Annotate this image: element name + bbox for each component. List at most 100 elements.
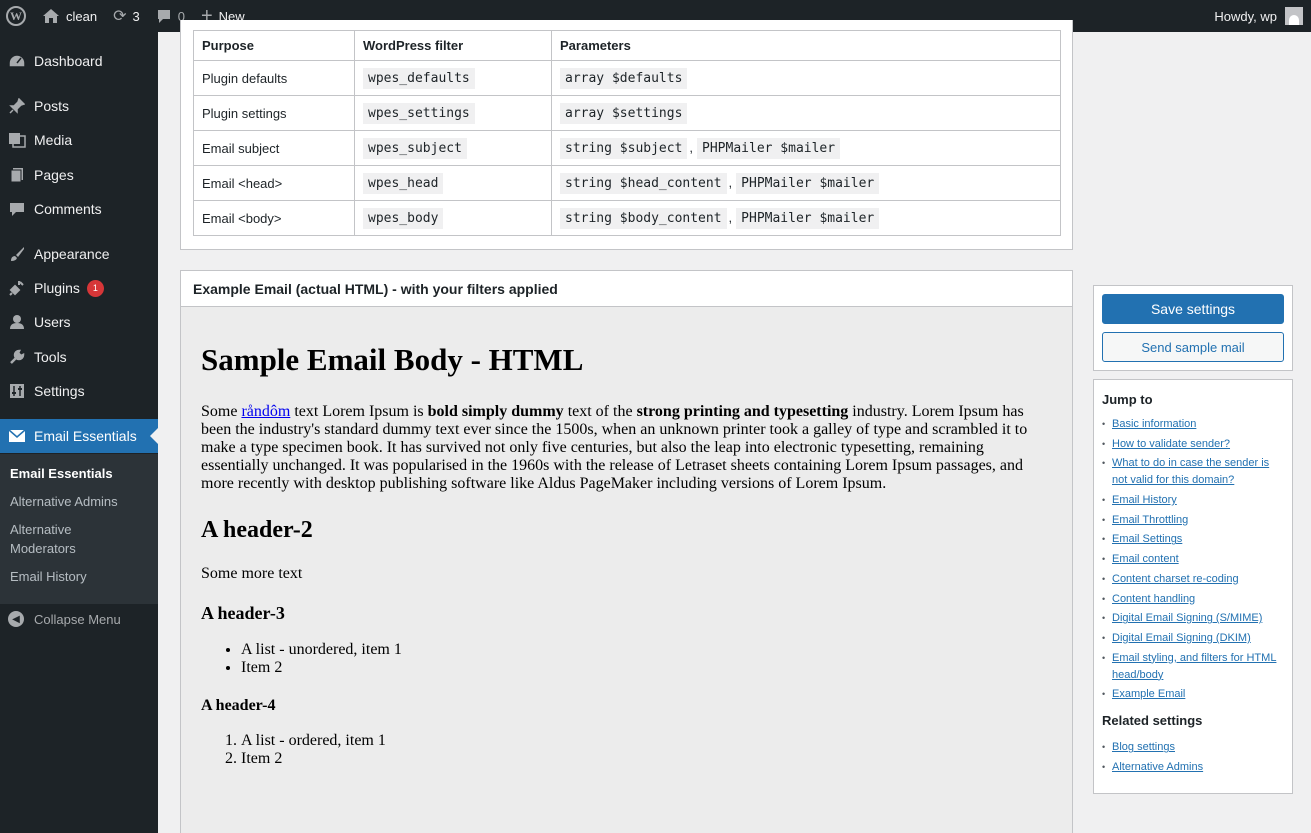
param: PHPMailer $mailer	[736, 208, 880, 229]
param: array $settings	[560, 103, 688, 124]
jump-link-email-styling[interactable]: Email styling, and filters for HTML head…	[1112, 652, 1276, 681]
purpose-cell: Email subject	[193, 130, 355, 166]
save-settings-button[interactable]: Save settings	[1102, 294, 1284, 324]
menu-tools[interactable]: Tools	[0, 340, 158, 374]
param: string $head_content	[560, 173, 727, 194]
menu-label: Media	[34, 132, 73, 148]
site-name: clean	[66, 8, 98, 24]
jump-link-validate-sender[interactable]: How to validate sender?	[1112, 438, 1230, 450]
related-link-blog-settings[interactable]: Blog settings	[1112, 741, 1175, 753]
list-item: Alternative Admins	[1102, 759, 1284, 776]
params-cell: string $head_content, PHPMailer $mailer	[551, 165, 1061, 201]
column-header: WordPress filter	[354, 30, 552, 61]
menu-email-essentials[interactable]: Email Essentials	[0, 419, 158, 453]
actions-box: Save settings Send sample mail	[1093, 285, 1293, 371]
submenu-email-essentials[interactable]: Email Essentials	[10, 464, 150, 483]
jump-link-email-history[interactable]: Email History	[1112, 494, 1177, 506]
list-item: Digital Email Signing (DKIM)	[1102, 630, 1284, 647]
email-unordered-list: A list - unordered, item 1 Item 2	[201, 641, 1052, 677]
param: PHPMailer $mailer	[736, 173, 880, 194]
list-item: Email styling, and filters for HTML head…	[1102, 650, 1284, 684]
list-item: Content charset re-coding	[1102, 571, 1284, 588]
jump-link-content-handling[interactable]: Content handling	[1112, 593, 1195, 605]
purpose-cell: Email <body>	[193, 200, 355, 236]
table-row: Email <head> wpes_head string $head_cont…	[193, 165, 1061, 201]
jump-link-charset-recoding[interactable]: Content charset re-coding	[1112, 573, 1239, 585]
column-header: Purpose	[193, 30, 355, 61]
menu-plugins[interactable]: Plugins 1	[0, 271, 158, 305]
collapse-menu-button[interactable]: ◀ Collapse Menu	[8, 602, 121, 636]
param: array $defaults	[560, 68, 688, 89]
user-icon	[8, 313, 26, 331]
jump-link-basic-information[interactable]: Basic information	[1112, 418, 1196, 430]
purpose-cell: Plugin settings	[193, 95, 355, 131]
jump-link-sender-not-valid[interactable]: What to do in case the sender is not val…	[1112, 457, 1269, 486]
related-link-alternative-admins[interactable]: Alternative Admins	[1112, 761, 1203, 773]
jump-link-example-email[interactable]: Example Email	[1112, 688, 1185, 700]
param-separator: ,	[728, 210, 733, 225]
menu-label: Appearance	[34, 246, 110, 262]
menu-label: Email Essentials	[34, 428, 137, 444]
related-settings-title: Related settings	[1102, 713, 1203, 729]
list-item: Item 2	[241, 750, 1052, 768]
filter-cell: wpes_subject	[354, 130, 552, 166]
table-row: Plugin settings wpes_settings array $set…	[193, 95, 1061, 131]
menu-settings[interactable]: Settings	[0, 374, 158, 408]
jump-link-email-settings[interactable]: Email Settings	[1112, 533, 1182, 545]
comment-icon	[156, 9, 172, 24]
submenu-alternative-admins[interactable]: Alternative Admins	[10, 492, 150, 511]
home-icon	[42, 8, 60, 24]
list-item: A list - unordered, item 1	[241, 641, 1052, 659]
jump-to-title: Jump to	[1102, 392, 1153, 407]
jump-link-smime[interactable]: Digital Email Signing (S/MIME)	[1112, 612, 1262, 624]
media-icon	[8, 131, 26, 149]
menu-dashboard[interactable]: Dashboard	[0, 44, 158, 78]
params-cell: array $settings	[551, 95, 1061, 131]
comment-icon	[8, 200, 26, 218]
related-links: Blog settings Alternative Admins	[1102, 739, 1284, 776]
my-account[interactable]: Howdy, wp	[1214, 7, 1311, 25]
email-heading-2: A header-2	[201, 517, 313, 543]
menu-comments[interactable]: Comments	[0, 192, 158, 226]
send-sample-mail-button[interactable]: Send sample mail	[1102, 332, 1284, 362]
list-item: Email content	[1102, 551, 1284, 568]
jump-link-dkim[interactable]: Digital Email Signing (DKIM)	[1112, 632, 1251, 644]
random-link[interactable]: råndôm	[241, 403, 290, 420]
updates-link[interactable]: ⟳ 3	[105, 0, 148, 32]
filter-name: wpes_settings	[363, 103, 475, 124]
menu-users[interactable]: Users	[0, 305, 158, 339]
wp-logo-menu[interactable]: W	[0, 0, 34, 32]
wordpress-logo-icon: W	[6, 6, 26, 26]
avatar	[1285, 7, 1303, 25]
plugins-update-badge: 1	[86, 279, 104, 297]
params-cell: string $subject, PHPMailer $mailer	[551, 130, 1061, 166]
brush-icon	[8, 245, 26, 263]
menu-label: Comments	[34, 201, 102, 217]
menu-label: Plugins	[34, 280, 80, 296]
menu-appearance[interactable]: Appearance	[0, 237, 158, 271]
list-item: Email Settings	[1102, 531, 1284, 548]
jump-link-email-content[interactable]: Email content	[1112, 553, 1179, 565]
list-item: A list - ordered, item 1	[241, 732, 1052, 750]
example-email-body: Sample Email Body - HTML Some råndôm tex…	[181, 307, 1072, 833]
filters-table: Purpose WordPress filter Parameters Plug…	[193, 30, 1061, 236]
menu-label: Posts	[34, 98, 70, 114]
menu-pages[interactable]: Pages	[0, 158, 158, 192]
list-item: Item 2	[241, 659, 1052, 677]
menu-posts[interactable]: Posts	[0, 89, 158, 123]
collapse-label: Collapse Menu	[34, 611, 121, 627]
email-more-text: Some more text	[201, 565, 303, 582]
list-item: Blog settings	[1102, 739, 1284, 756]
site-name-link[interactable]: clean	[34, 0, 105, 32]
pages-icon	[8, 166, 26, 184]
submenu-email-history[interactable]: Email History	[10, 567, 150, 586]
settings-icon	[8, 382, 26, 400]
column-header: Parameters	[551, 30, 1061, 61]
list-item: Digital Email Signing (S/MIME)	[1102, 610, 1284, 627]
jump-link-email-throttling[interactable]: Email Throttling	[1112, 514, 1188, 526]
email-heading-4: A header-4	[201, 697, 276, 714]
submenu-alternative-moderators[interactable]: Alternative Moderators	[10, 520, 110, 558]
panel-title: Example Email (actual HTML) - with your …	[181, 271, 1072, 307]
menu-media[interactable]: Media	[0, 123, 158, 157]
param-separator: ,	[728, 175, 733, 190]
